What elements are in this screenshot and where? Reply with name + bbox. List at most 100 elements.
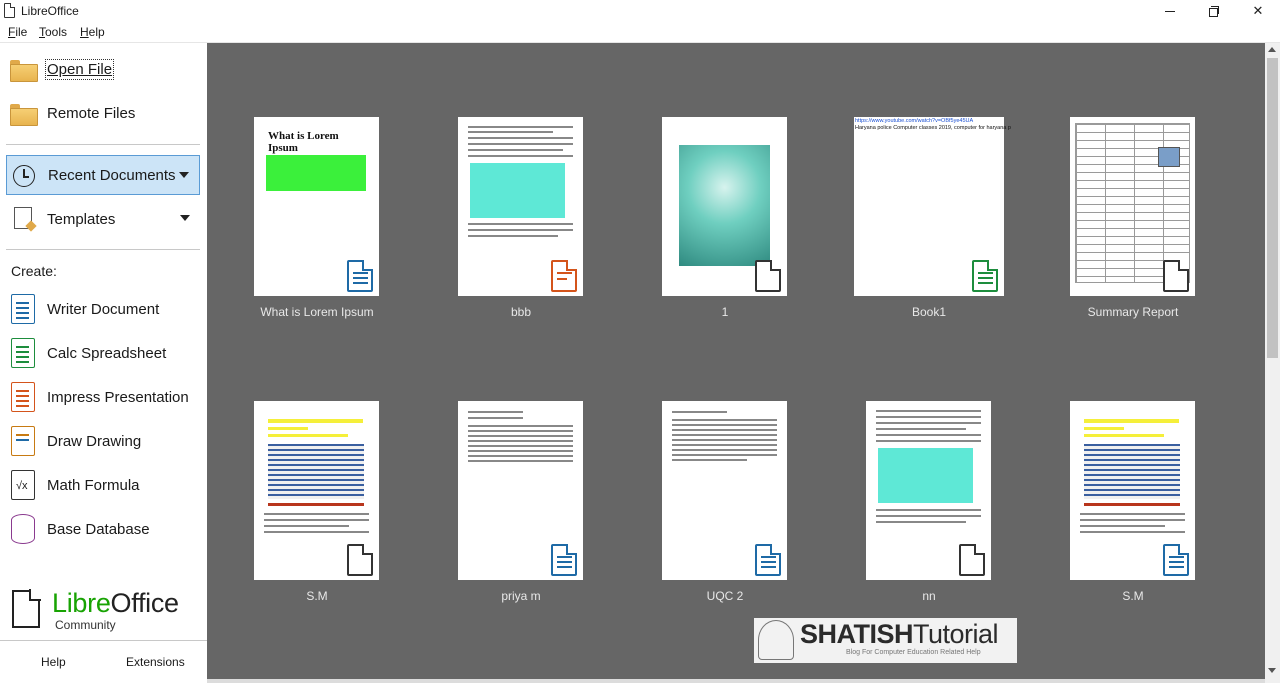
create-draw-drawing-button[interactable]: Draw Drawing — [6, 421, 200, 461]
spreadsheet-block — [268, 444, 364, 499]
writer-file-icon — [347, 260, 373, 292]
writer-file-icon — [755, 544, 781, 576]
extensions-button[interactable]: Extensions — [126, 655, 185, 669]
create-calc-spreadsheet-button[interactable]: Calc Spreadsheet — [6, 333, 200, 373]
thumbnail-text: What is Lorem Ipsum — [268, 130, 339, 154]
menu-tools[interactable]: Tools — [39, 25, 67, 39]
folder-remote-icon — [10, 101, 38, 126]
create-math-formula-button[interactable]: √x Math Formula — [6, 465, 200, 505]
open-file-button[interactable]: Open File — [6, 49, 200, 89]
window-title: LibreOffice — [21, 4, 79, 18]
recent-file-name: Summary Report — [1087, 305, 1179, 319]
create-writer-document-button[interactable]: Writer Document — [6, 289, 200, 329]
minimize-icon — [1165, 10, 1175, 12]
base-database-label: Base Database — [47, 520, 150, 538]
libreoffice-app-icon — [4, 3, 15, 18]
calc-icon — [10, 338, 36, 368]
impress-icon — [10, 382, 36, 412]
create-impress-presentation-button[interactable]: Impress Presentation — [6, 377, 200, 417]
create-base-database-button[interactable]: Base Database — [6, 509, 200, 549]
menu-file[interactable]: File — [8, 25, 27, 39]
thumbnail-text: Haryana police Computer classes 2019, co… — [855, 125, 1011, 131]
clock-icon — [11, 164, 37, 188]
remote-files-button[interactable]: Remote Files — [6, 93, 200, 133]
libreoffice-logo-icon — [12, 589, 41, 628]
folder-open-icon — [10, 57, 38, 82]
title-bar: LibreOffice ✕ — [0, 0, 1280, 22]
generic-file-icon — [347, 544, 373, 576]
vertical-scrollbar[interactable] — [1265, 43, 1280, 683]
scrollbar-thumb[interactable] — [1267, 58, 1278, 358]
menu-bar: File Tools Help — [0, 22, 1280, 43]
minimize-button[interactable] — [1148, 0, 1192, 22]
recent-file-name: What is Lorem Ipsum — [260, 305, 374, 319]
recent-documents-label: Recent Documents — [48, 166, 176, 184]
scroll-up-icon[interactable] — [1268, 47, 1276, 52]
separator — [6, 249, 200, 250]
recent-file-thumbnail[interactable]: https://www.youtube.com/watch?v=OBf5ye45… — [854, 117, 1011, 296]
recent-file-name: bbb — [510, 305, 532, 319]
recent-file-name: nn — [922, 589, 936, 603]
recent-file-thumbnail[interactable] — [1070, 401, 1195, 580]
logo-libre: Libre — [52, 588, 111, 618]
open-file-label: Open File — [44, 58, 115, 80]
generic-file-icon — [755, 260, 781, 292]
recent-file-thumbnail[interactable] — [1070, 117, 1195, 296]
generic-file-icon — [1163, 260, 1189, 292]
recent-documents-button[interactable]: Recent Documents — [6, 155, 200, 195]
separator — [6, 144, 200, 145]
recent-file-thumbnail[interactable] — [458, 401, 583, 580]
watermark-logo: SHATISHTutorial Blog For Computer Educat… — [754, 618, 1017, 663]
recent-file-thumbnail[interactable] — [866, 401, 991, 580]
templates-button[interactable]: Templates — [6, 199, 200, 239]
recent-file-name: UQC 2 — [706, 589, 744, 603]
photo-block — [1158, 147, 1180, 167]
watermark-subtitle: Blog For Computer Education Related Help — [846, 649, 981, 656]
impress-file-icon — [551, 260, 577, 292]
chevron-down-icon[interactable] — [180, 215, 190, 221]
spreadsheet-block — [1084, 444, 1180, 499]
person-at-computer-icon — [758, 620, 794, 660]
logo-office: Office — [110, 588, 180, 618]
writer-document-label: Writer Document — [47, 300, 160, 318]
draw-icon — [10, 426, 36, 456]
recent-file-name: Book1 — [911, 305, 947, 319]
writer-icon — [10, 294, 36, 324]
horizontal-scrollbar[interactable] — [207, 679, 1265, 683]
recent-file-name: 1 — [721, 305, 729, 319]
restore-icon — [1209, 6, 1219, 17]
base-icon — [10, 514, 36, 544]
remote-files-label: Remote Files — [47, 104, 136, 122]
draw-drawing-label: Draw Drawing — [47, 432, 142, 450]
recent-file-name: S.M — [306, 589, 328, 603]
impress-presentation-label: Impress Presentation — [47, 388, 189, 406]
recent-documents-view: What is Lorem Ipsum What is Lorem Ipsum b… — [207, 43, 1265, 683]
separator — [0, 640, 207, 641]
recent-file-name: priya m — [501, 589, 541, 603]
writer-file-icon — [1163, 544, 1189, 576]
close-icon: ✕ — [1252, 3, 1264, 18]
thumbnail-url: https://www.youtube.com/watch?v=OBf5ye45… — [855, 118, 974, 124]
restore-button[interactable] — [1192, 0, 1236, 22]
recent-file-thumbnail[interactable] — [458, 117, 583, 296]
calc-spreadsheet-label: Calc Spreadsheet — [47, 344, 167, 362]
calc-file-icon — [972, 260, 998, 292]
scroll-down-icon[interactable] — [1268, 668, 1276, 673]
chevron-down-icon[interactable] — [179, 172, 189, 178]
recent-file-name: S.M — [1122, 589, 1144, 603]
recent-file-thumbnail[interactable] — [662, 117, 787, 296]
watermark-title: SHATISHTutorial — [800, 619, 999, 649]
highlight-block — [266, 155, 366, 191]
math-formula-label: Math Formula — [47, 476, 140, 494]
menu-help[interactable]: Help — [80, 25, 105, 39]
math-icon: √x — [10, 470, 36, 500]
logo-edition: Community — [55, 618, 116, 632]
diagram-block — [878, 448, 973, 503]
close-button[interactable]: ✕ — [1236, 0, 1280, 22]
recent-file-thumbnail[interactable] — [662, 401, 787, 580]
recent-file-thumbnail[interactable]: What is Lorem Ipsum — [254, 117, 379, 296]
recent-file-thumbnail[interactable] — [254, 401, 379, 580]
image-thumbnail — [679, 145, 770, 266]
templates-label: Templates — [47, 210, 116, 228]
help-button[interactable]: Help — [41, 655, 66, 669]
